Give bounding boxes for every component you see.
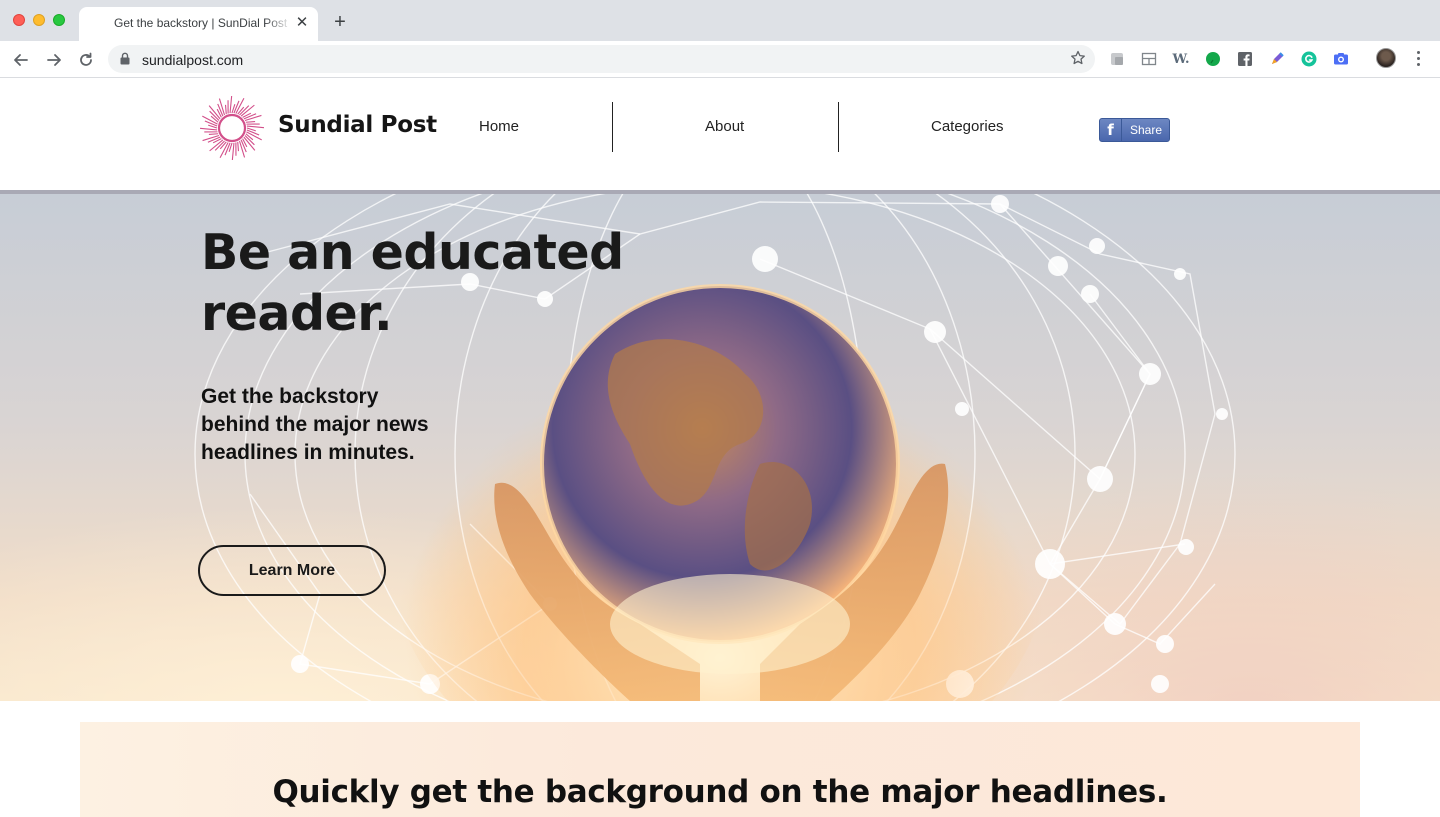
layout-icon[interactable] [1140, 50, 1158, 68]
grey-square-icon[interactable] [1108, 50, 1126, 68]
close-window-button[interactable] [13, 14, 25, 26]
nav-about[interactable]: About [705, 118, 744, 135]
nav-categories[interactable]: Categories [931, 118, 1004, 135]
share-label: Share [1130, 123, 1163, 137]
nav-home[interactable]: Home [479, 118, 519, 135]
hero-subtitle-line2: behind the major news [201, 413, 429, 436]
hero-subtitle-line1: Get the backstory [201, 385, 379, 408]
maximize-window-button[interactable] [53, 14, 65, 26]
nav-divider [838, 102, 839, 152]
hero-title-line1: Be an educated [201, 224, 624, 281]
close-tab-icon[interactable]: ✕ [294, 15, 310, 31]
url-text: sundialpost.com [142, 52, 244, 68]
facebook-square-icon[interactable] [1236, 50, 1254, 68]
brand-name[interactable]: Sundial Post [278, 112, 437, 138]
profile-avatar[interactable] [1376, 48, 1396, 68]
pen-icon[interactable] [1268, 50, 1286, 68]
reload-icon[interactable] [75, 49, 97, 71]
camera-icon[interactable] [1332, 50, 1350, 68]
learn-more-button[interactable]: Learn More [198, 545, 386, 596]
hero-subtitle-line3: headlines in minutes. [201, 441, 415, 464]
w-dot-icon[interactable]: W. [1172, 50, 1190, 68]
new-tab-icon[interactable]: + [330, 12, 350, 32]
bookmark-star-icon[interactable] [1070, 50, 1086, 71]
browser-menu-icon[interactable] [1410, 48, 1426, 68]
lock-icon [120, 52, 130, 70]
hero-subtitle: Get the backstory behind the major news … [201, 383, 461, 467]
evernote-icon[interactable] [1204, 50, 1222, 68]
browser-tab[interactable]: Get the backstory | SunDial Post ✕ [79, 7, 318, 41]
address-bar[interactable]: sundialpost.com [108, 45, 1095, 73]
forward-icon[interactable] [43, 49, 65, 71]
minimize-window-button[interactable] [33, 14, 45, 26]
grammarly-icon[interactable] [1300, 50, 1318, 68]
section-title: Quickly get the background on the major … [272, 774, 1168, 810]
hero-title: Be an educated reader. [201, 222, 661, 344]
back-icon[interactable] [10, 49, 32, 71]
tab-title: Get the backstory | SunDial Post [114, 16, 288, 30]
hero-title-line2: reader. [201, 285, 393, 342]
facebook-share-button[interactable]: f Share [1099, 118, 1170, 142]
browser-toolbar: sundialpost.com W. [0, 41, 1440, 78]
headlines-section: Quickly get the background on the major … [80, 722, 1360, 817]
facebook-f-icon: f [1100, 119, 1122, 141]
nav-divider [612, 102, 613, 152]
sundial-logo-icon[interactable] [200, 96, 264, 160]
browser-titlebar: Get the backstory | SunDial Post ✕ + [0, 0, 1440, 41]
